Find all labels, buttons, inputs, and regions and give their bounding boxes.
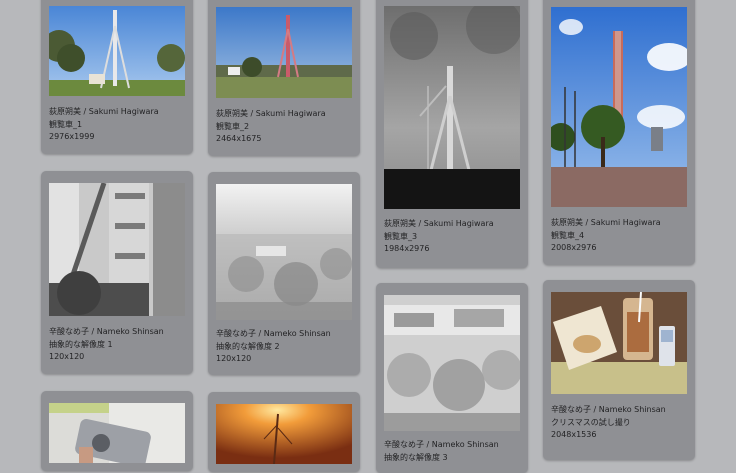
food-tray-thumbnail[interactable] (551, 292, 687, 394)
photo-card[interactable]: 辛酸なめ子 / Nameko Shinsan 抽象的な解像度 1 120x120 (41, 171, 193, 374)
camera-thumbnail[interactable] (49, 403, 185, 463)
photo-size: 2976x1999 (49, 132, 95, 141)
photo-author: 辛酸なめ子 / Nameko Shinsan (551, 405, 666, 414)
ferris-wheel-thumbnail[interactable] (216, 7, 352, 98)
photo-title: 抽象的な解像度 2 (216, 341, 280, 351)
photo-author: 辛酸なめ子 / Nameko Shinsan (216, 329, 331, 338)
photo-size: 2464x1675 (216, 134, 262, 143)
photo-card[interactable]: 荻原朔美 / Sakumi Hagiwara 観覧車_2 2464x1675 (208, 0, 360, 156)
photo-card[interactable]: 荻原朔美 / Sakumi Hagiwara 観覧車_3 1984x2976 (376, 0, 528, 268)
photo-card[interactable]: 荻原朔美 / Sakumi Hagiwara 観覧車_4 2008x2976 (543, 0, 695, 265)
photo-card[interactable]: 辛酸なめ子 / Nameko Shinsan 抽象的な解像度 2 120x120 (208, 172, 360, 375)
photo-gallery: { "photos": [ {"author": "荻原朔美 / Sakumi … (0, 0, 736, 473)
photo-author: 辛酸なめ子 / Nameko Shinsan (49, 327, 164, 336)
photo-author: 荻原朔美 / Sakumi Hagiwara (384, 219, 494, 228)
photo-card[interactable] (208, 392, 360, 472)
ferris-wheel-thumbnail[interactable] (49, 6, 185, 96)
photo-title: 観覧車_1 (49, 119, 83, 129)
ferris-wheel-tower-thumbnail[interactable] (551, 7, 687, 207)
photo-title: 観覧車_4 (551, 230, 585, 240)
photo-title: 抽象的な解像度 3 (384, 452, 448, 462)
photo-author: 荻原朔美 / Sakumi Hagiwara (49, 107, 159, 116)
photo-size: 2048x1536 (551, 430, 597, 439)
grainy-building-thumbnail[interactable] (49, 183, 185, 316)
photo-size: 120x120 (216, 354, 252, 363)
photo-title: 観覧車_2 (216, 121, 250, 131)
photo-author: 荻原朔美 / Sakumi Hagiwara (551, 218, 661, 227)
photo-card[interactable]: 荻原朔美 / Sakumi Hagiwara 観覧車_1 2976x1999 (41, 0, 193, 154)
orange-light-thumbnail[interactable] (216, 404, 352, 464)
photo-size: 1984x2976 (384, 244, 430, 253)
photo-author: 辛酸なめ子 / Nameko Shinsan (384, 440, 499, 449)
ferris-wheel-construction-thumbnail[interactable] (384, 6, 520, 209)
photo-card[interactable] (41, 391, 193, 471)
grainy-cityscape-thumbnail[interactable] (216, 184, 352, 320)
photo-title: 抽象的な解像度 1 (49, 339, 113, 349)
photo-size: 120x120 (49, 352, 85, 361)
photo-card[interactable]: 辛酸なめ子 / Nameko Shinsan 抽象的な解像度 3 (376, 283, 528, 473)
photo-author: 荻原朔美 / Sakumi Hagiwara (216, 109, 326, 118)
photo-size: 2008x2976 (551, 243, 597, 252)
photo-title: クリスマスの試し撮り (551, 417, 631, 427)
grainy-cityscape-thumbnail[interactable] (384, 295, 520, 431)
photo-card[interactable]: 辛酸なめ子 / Nameko Shinsan クリスマスの試し撮り 2048x1… (543, 280, 695, 460)
photo-title: 観覧車_3 (384, 231, 418, 241)
